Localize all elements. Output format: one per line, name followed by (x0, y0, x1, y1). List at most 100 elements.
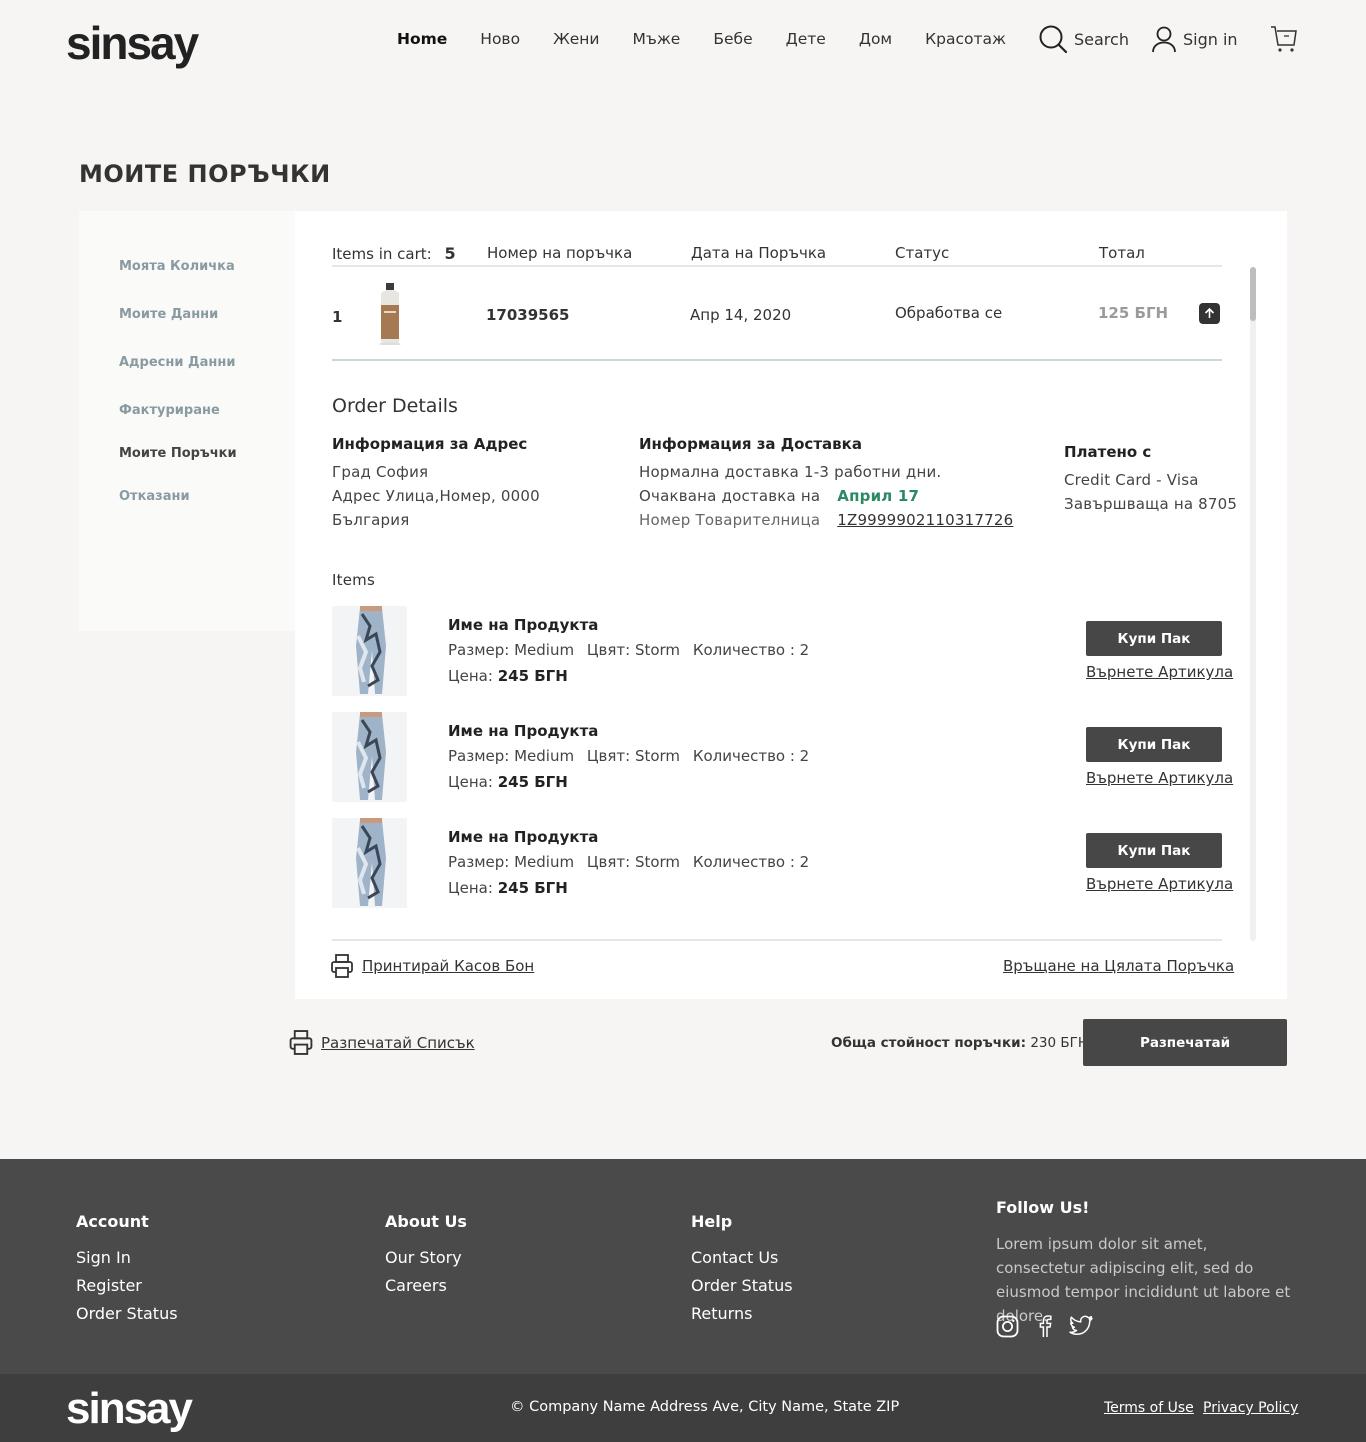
print-list-link[interactable]: Разпечатай Списък (289, 1030, 475, 1055)
address-line-3: България (332, 511, 410, 529)
terms-of-use-link[interactable]: Terms of Use (1104, 1400, 1194, 1416)
scrollbar-track[interactable] (1250, 267, 1256, 941)
printer-icon (289, 1030, 313, 1055)
tracking-number-link[interactable]: 1Z9999902110317726 (837, 511, 1013, 529)
footer-link-contact-us[interactable]: Contact Us (691, 1248, 778, 1267)
nav-item-baby[interactable]: Бебе (713, 30, 752, 48)
footer-logo[interactable]: sinsay (66, 1387, 193, 1431)
item-attributes: Размер: Medium Цвят: Storm Количество : … (448, 747, 809, 765)
expected-delivery-date: Април 17 (837, 487, 920, 505)
print-button[interactable]: Разпечатай (1083, 1019, 1287, 1066)
item-price: 245 БГН (497, 773, 568, 791)
scrollbar-thumb[interactable] (1250, 267, 1256, 321)
footer-link-careers[interactable]: Careers (385, 1276, 447, 1295)
return-item-link[interactable]: Върнете Артикула (1086, 769, 1233, 787)
brand-logo[interactable]: sinsay (66, 20, 199, 66)
main-nav: Home Ново Жени Мъже Бебе Дете Дом Красот… (397, 30, 1039, 48)
tracking-label: Номер Товарителница (639, 511, 821, 529)
item-color: Цвят: Storm (586, 853, 681, 871)
nav-item-new[interactable]: Ново (480, 30, 520, 48)
header-status: Статус (895, 244, 950, 262)
buy-again-button[interactable]: Купи Пак (1086, 727, 1222, 762)
sidebar-item-cancelled[interactable]: Отказани (119, 489, 190, 504)
copyright-text: © Company Name Address Ave, City Name, S… (510, 1399, 900, 1415)
header-tools: Search Sign in (1038, 24, 1298, 54)
sidebar-item-my-data[interactable]: Моите Данни (119, 307, 218, 322)
cart-icon (1270, 26, 1297, 52)
print-receipt-link[interactable]: Принтирай Касов Бон (331, 954, 534, 978)
items-divider (332, 939, 1222, 941)
nav-item-beauty[interactable]: Красотаж (925, 30, 1006, 48)
address-label: Информация за Адрес (332, 435, 528, 453)
signin-button[interactable]: Sign in (1151, 25, 1238, 53)
search-button[interactable]: Search (1038, 24, 1129, 54)
delivery-label: Информация за Доставка (639, 435, 862, 453)
delivery-info: Нормална доставка 1-3 работни дни. (639, 463, 942, 481)
nav-item-kids[interactable]: Дете (786, 30, 826, 48)
item-image[interactable] (332, 818, 407, 908)
return-item-link[interactable]: Върнете Артикула (1086, 663, 1233, 681)
header-divider (332, 265, 1222, 267)
item-price-row: Цена: 245 БГН (448, 667, 568, 685)
item-size: Размер: Medium (448, 747, 575, 765)
footer-about-title: About Us (385, 1212, 467, 1231)
buy-again-button[interactable]: Купи Пак (1086, 833, 1222, 868)
return-item-link[interactable]: Върнете Артикула (1086, 875, 1233, 893)
sidebar-item-orders[interactable]: Моите Поръчки (119, 446, 237, 461)
return-whole-order-link[interactable]: Връщане на Цялата Поръчка (1003, 957, 1234, 975)
item-name[interactable]: Име на Продукта (448, 722, 598, 740)
paid-label: Платено с (1064, 443, 1152, 461)
printer-icon (331, 954, 353, 978)
payment-method: Credit Card - Visa (1064, 471, 1199, 489)
nav-item-home[interactable]: Home (397, 30, 447, 48)
facebook-icon[interactable] (1037, 1314, 1053, 1338)
item-name[interactable]: Име на Продукта (448, 828, 598, 846)
footer-link-sign-in[interactable]: Sign In (76, 1248, 131, 1267)
items-in-cart-text: Items in cart: (332, 245, 432, 263)
item-color: Цвят: Storm (586, 747, 681, 765)
item-image[interactable] (332, 606, 407, 696)
orders-total: Обща стойност поръчки: 230 БГН (831, 1035, 1088, 1051)
sidebar-item-cart[interactable]: Моята Количка (119, 259, 235, 274)
nav-item-women[interactable]: Жени (553, 30, 599, 48)
sidebar-item-addresses[interactable]: Адресни Данни (119, 355, 235, 370)
footer-link-order-status-help[interactable]: Order Status (691, 1276, 793, 1295)
item-price-label: Цена: (448, 879, 493, 897)
collapse-order-button[interactable] (1199, 303, 1220, 324)
page-title: МОИТЕ ПОРЪЧКИ (79, 160, 331, 188)
footer-link-order-status[interactable]: Order Status (76, 1304, 178, 1323)
expected-delivery: Очаквана доставка на Април 17 (639, 487, 919, 505)
social-links (996, 1314, 1094, 1338)
row-index: 1 (332, 308, 343, 326)
cart-button[interactable] (1270, 24, 1298, 54)
address-line-2: Адрес Улица,Номер, 0000 (332, 487, 540, 505)
order-total: 125 БГН (1098, 304, 1169, 322)
item-attributes: Размер: Medium Цвят: Storm Количество : … (448, 641, 809, 659)
expand-icon (1204, 307, 1215, 318)
order-status: Обработва се (895, 304, 1003, 322)
footer-link-returns[interactable]: Returns (691, 1304, 752, 1323)
site-footer: Account Sign In Register Order Status Ab… (0, 1159, 1366, 1374)
privacy-policy-link[interactable]: Privacy Policy (1203, 1400, 1298, 1416)
product-thumbnail (379, 283, 401, 345)
item-image[interactable] (332, 712, 407, 802)
footer-bottom-bar: sinsay © Company Name Address Ave, City … (0, 1374, 1366, 1442)
item-color: Цвят: Storm (586, 641, 681, 659)
instagram-icon[interactable] (996, 1315, 1019, 1338)
order-number[interactable]: 17039565 (486, 306, 570, 324)
orders-total-value: 230 БГН (1030, 1035, 1089, 1051)
item-name[interactable]: Име на Продукта (448, 616, 598, 634)
nav-item-men[interactable]: Мъже (633, 30, 681, 48)
item-quantity: Количество : 2 (692, 747, 810, 765)
items-in-cart-label: Items in cart: 5 (332, 244, 456, 263)
item-attributes: Размер: Medium Цвят: Storm Количество : … (448, 853, 809, 871)
footer-link-our-story[interactable]: Our Story (385, 1248, 462, 1267)
row-divider (332, 359, 1222, 361)
item-price-label: Цена: (448, 773, 493, 791)
twitter-icon[interactable] (1069, 1315, 1094, 1337)
nav-item-home-goods[interactable]: Дом (859, 30, 892, 48)
footer-link-register[interactable]: Register (76, 1276, 142, 1295)
header-order-number: Номер на поръчка (487, 244, 633, 262)
buy-again-button[interactable]: Купи Пак (1086, 621, 1222, 656)
sidebar-item-billing[interactable]: Фактуриране (119, 403, 220, 418)
